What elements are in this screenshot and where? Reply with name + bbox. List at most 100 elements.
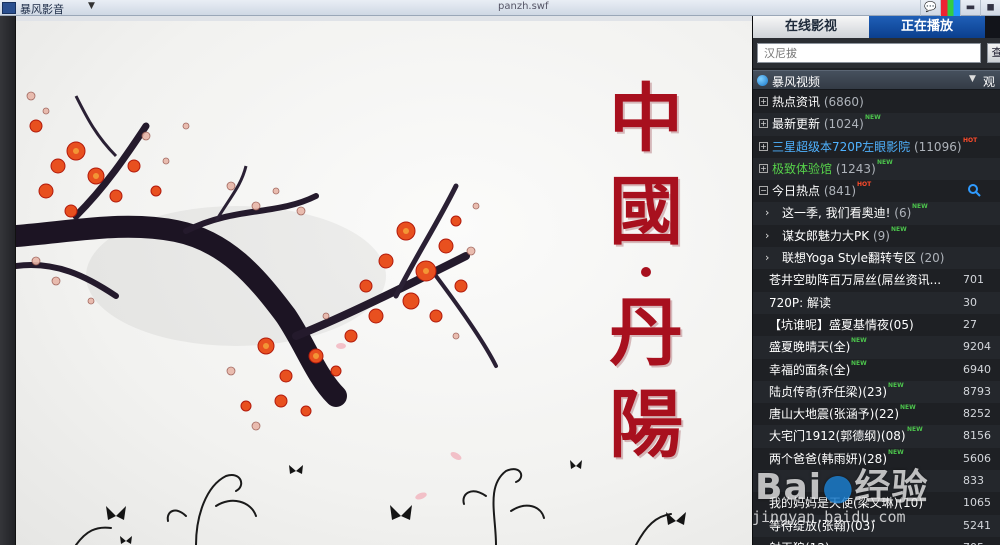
video-item[interactable]: 两个爸爸(韩雨妍)(28) NEW 5606	[753, 448, 1000, 470]
calligraphy-char: 國	[609, 168, 683, 255]
calligraphy-char: 中	[609, 76, 683, 162]
window-titlebar: 暴风影音 ▼ panzh.swf 💬 ▬ ◼	[0, 0, 1000, 16]
left-sidebar-strip	[0, 16, 16, 545]
chevron-right-icon[interactable]: ›	[765, 225, 769, 247]
maximize-icon[interactable]: ◼	[980, 0, 1000, 16]
item-count: (9)	[872, 228, 890, 243]
item-count: (6860)	[823, 95, 864, 109]
item-title: 我的妈妈是天使(梁又琳)(10)	[769, 496, 923, 511]
video-item[interactable]: 833	[753, 470, 1000, 493]
view-count: 8252	[963, 407, 991, 421]
item-title: 最新更新 (1024)	[772, 117, 864, 132]
chevron-right-icon[interactable]: ›	[765, 202, 769, 224]
magnifier-icon[interactable]	[967, 183, 981, 197]
item-title: 两个爸爸(韩雨妍)(28)	[769, 451, 887, 466]
video-item[interactable]: 我的妈妈是天使(梁又琳)(10) 1065	[753, 492, 1000, 514]
view-count: 1065	[963, 496, 991, 510]
item-title: 射天狼(12)	[769, 537, 830, 545]
video-list: + 热点资讯 (6860) + 最新更新 (1024) NEW + 三星超级本720P左眼影…	[753, 91, 1000, 545]
expand-icon[interactable]: +	[759, 141, 768, 151]
new-badge: NEW	[907, 426, 923, 434]
video-item[interactable]: 盛夏晚晴天(全) NEW 9204	[753, 336, 1000, 359]
minimize-icon[interactable]: ▬	[960, 0, 980, 16]
item-title: 盛夏晚晴天(全)	[769, 340, 851, 355]
video-item[interactable]: 陆贞传奇(乔任梁)(23) NEW 8793	[753, 380, 1000, 404]
dropdown-arrow-icon[interactable]: ▼	[969, 74, 976, 84]
view-count: 5606	[963, 451, 991, 465]
subcategory-item[interactable]: › 谋女郎魅力大PK (9) NEW	[753, 225, 1000, 247]
video-item[interactable]: 【坑谁呢】盛夏基情夜(05) 27	[753, 314, 1000, 336]
view-count: 701	[963, 273, 984, 287]
view-count: 705	[963, 537, 984, 545]
search-button[interactable]: 查	[987, 43, 1000, 63]
expand-icon[interactable]: +	[759, 163, 768, 173]
hot-badge: HOT	[963, 136, 978, 144]
new-badge: NEW	[865, 114, 881, 122]
expand-icon[interactable]: +	[759, 119, 768, 129]
tab-now-playing[interactable]: 正在播放	[869, 16, 985, 38]
playlist-panel: 在线影视 正在播放 查 暴风视频 ▼ 观 + 热点资讯 (6860) + 最新更新 (…	[752, 16, 1000, 545]
hot-badge: HOT	[857, 181, 872, 189]
video-item[interactable]: 幸福的面条(全) NEW 6940	[753, 359, 1000, 381]
item-title: 720P: 解读	[769, 295, 831, 310]
source-extra-label[interactable]: 观	[983, 73, 995, 90]
item-count: (1024)	[823, 117, 864, 132]
item-title: 三星超级本720P左眼影院 (11096)	[772, 139, 962, 154]
new-badge: NEW	[900, 404, 916, 412]
new-badge: NEW	[851, 337, 867, 345]
video-item[interactable]: 等待绽放(张翰)(03) 5241	[753, 514, 1000, 537]
video-item[interactable]: 射天狼(12) 705	[753, 537, 1000, 545]
item-count: (11096)	[913, 139, 962, 154]
item-count: (841)	[823, 184, 857, 199]
calligraphy-char: 陽	[609, 382, 683, 468]
tab-online-video[interactable]: 在线影视	[753, 16, 869, 38]
view-count: 833	[963, 474, 984, 488]
new-badge: NEW	[888, 448, 904, 456]
comment-icon[interactable]: 💬	[920, 0, 940, 16]
video-item[interactable]: 苍井空助阵百万屌丝(屌丝资讯... 701	[753, 269, 1000, 291]
new-badge: NEW	[877, 158, 893, 166]
chevron-right-icon[interactable]: ›	[765, 247, 769, 269]
new-badge: NEW	[888, 381, 904, 389]
collapse-icon[interactable]: −	[759, 186, 768, 196]
video-item[interactable]: 大宅门1912(郭德纲)(08) NEW 8156	[753, 425, 1000, 448]
calligraphy-dot	[641, 267, 651, 277]
item-title: 谋女郎魅力大PK (9)	[782, 228, 890, 243]
view-count: 6940	[963, 362, 991, 376]
calligraphy-title: 中 國 丹 陽	[601, 82, 691, 462]
source-label: 暴风视频	[772, 75, 821, 89]
panel-tabs: 在线影视 正在播放	[753, 16, 1000, 38]
baofeng-logo-icon[interactable]	[2, 2, 16, 14]
subcategory-item[interactable]: › 联想Yoga Style翻转专区 (20)	[753, 247, 1000, 270]
new-badge: NEW	[851, 359, 867, 367]
item-count: (20)	[919, 251, 945, 266]
app-name[interactable]: 暴风影音	[20, 1, 64, 17]
video-item[interactable]: 唐山大地震(张涵予)(22) NEW 8252	[753, 403, 1000, 425]
view-count: 30	[963, 295, 977, 309]
expand-icon[interactable]: +	[759, 97, 768, 106]
source-selector[interactable]: 暴风视频 ▼ 观	[753, 70, 1000, 90]
video-item[interactable]: 720P: 解读 30	[753, 291, 1000, 314]
video-player-area[interactable]: 中 國 丹 陽	[16, 16, 752, 545]
search-bar: 查	[753, 38, 1000, 68]
calligraphy-char: 丹	[609, 289, 683, 376]
view-count: 27	[963, 317, 977, 331]
view-count: 9204	[963, 340, 991, 354]
skin-icon[interactable]	[940, 0, 960, 16]
item-title: 幸福的面条(全)	[769, 362, 851, 377]
baofeng-globe-icon	[757, 75, 768, 86]
view-count: 8156	[963, 429, 991, 443]
item-title: 今日热点 (841)	[772, 184, 857, 199]
category-item[interactable]: − 今日热点 (841) HOT	[753, 180, 1000, 202]
new-badge: NEW	[912, 203, 928, 211]
view-count: 5241	[963, 518, 991, 532]
subcategory-item[interactable]: › 这一季, 我们看奥迪! (6) NEW	[753, 202, 1000, 225]
app-menu-chevron-icon[interactable]: ▼	[88, 1, 95, 11]
titlebar-buttons: 💬 ▬ ◼	[920, 0, 1000, 16]
search-input[interactable]	[757, 43, 981, 63]
category-item[interactable]: + 极致体验馆 (1243) NEW	[753, 157, 1000, 181]
item-title: 大宅门1912(郭德纲)(08)	[769, 429, 906, 444]
view-count: 8793	[963, 384, 991, 398]
item-title: 联想Yoga Style翻转专区 (20)	[782, 251, 945, 266]
file-title: panzh.swf	[498, 1, 549, 12]
